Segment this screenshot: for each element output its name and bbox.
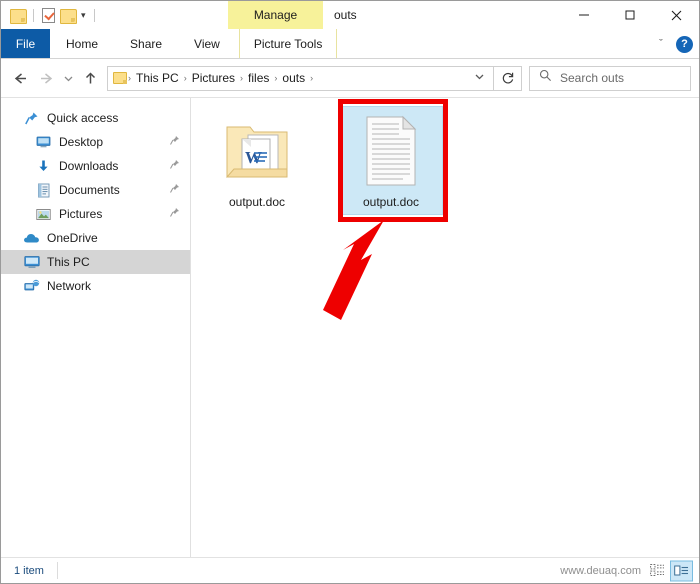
breadcrumb-files[interactable]: files	[244, 71, 273, 85]
sidebar-label: Network	[47, 279, 92, 293]
file-explorer-window: ▾ Manage outs File Home Share View Pictu…	[0, 0, 700, 584]
tab-share[interactable]: Share	[114, 29, 179, 58]
window-title: outs	[334, 8, 357, 22]
pin-icon[interactable]	[169, 135, 180, 149]
sidebar-item-quick-access[interactable]: Quick access	[1, 106, 190, 130]
sidebar-item-downloads[interactable]: Downloads	[1, 154, 190, 178]
sidebar-label: Pictures	[59, 207, 103, 221]
network-icon	[23, 278, 40, 294]
sidebar-item-documents[interactable]: Documents	[1, 178, 190, 202]
up-button[interactable]	[77, 65, 103, 91]
file-name: output.doc	[362, 195, 420, 209]
sidebar-label: Desktop	[59, 135, 104, 149]
tab-home[interactable]: Home	[50, 29, 115, 58]
address-folder-icon	[113, 72, 127, 84]
download-icon	[35, 158, 52, 174]
sidebar-item-desktop[interactable]: Desktop	[1, 130, 190, 154]
help-icon[interactable]: ?	[676, 35, 693, 53]
sidebar-item-this-pc[interactable]: This PC	[1, 250, 190, 274]
file-name: output.doc	[228, 195, 286, 209]
sidebar-label: Documents	[59, 183, 120, 197]
pin-icon[interactable]	[169, 183, 180, 197]
window-controls	[561, 1, 699, 29]
address-dropdown-chevron-icon[interactable]	[468, 72, 491, 84]
sidebar-label: Downloads	[59, 159, 119, 173]
customize-chevron-icon[interactable]: ▾	[81, 10, 86, 20]
breadcrumb-pictures[interactable]: Pictures	[188, 71, 239, 85]
file-list-view[interactable]: W output.doc output.doc	[191, 98, 699, 557]
item-count-label: 1 item	[14, 564, 44, 577]
documents-icon	[35, 182, 52, 198]
sidebar-item-network[interactable]: Network	[1, 274, 190, 298]
forward-button[interactable]	[33, 65, 59, 91]
ribbon-tab-bar: File Home Share View Picture Tools ˇ ?	[1, 29, 699, 59]
breadcrumb-this-pc[interactable]: This PC	[132, 71, 183, 85]
qat-divider-1	[33, 8, 34, 22]
desktop-icon	[35, 134, 52, 150]
close-button[interactable]	[653, 1, 699, 29]
quick-access-toolbar: ▾	[1, 1, 98, 29]
breadcrumb-address-field[interactable]: › This PC › Pictures › files › outs ›	[107, 65, 494, 91]
title-bar: ▾ Manage outs	[1, 1, 699, 29]
address-bar: › This PC › Pictures › files › outs › Se…	[1, 59, 699, 97]
tab-view[interactable]: View	[178, 29, 236, 58]
qat-divider-2	[93, 8, 95, 22]
main-content: Quick access Desktop Downloads Documents…	[1, 97, 699, 557]
watermark-text: www.deuaq.com	[560, 564, 641, 577]
sidebar-label: OneDrive	[47, 231, 98, 245]
sidebar-label: Quick access	[47, 111, 119, 125]
ribbon-right-controls: ˇ ?	[653, 29, 693, 59]
refresh-button[interactable]	[494, 65, 522, 91]
contextual-tab-group-manage: Manage	[228, 1, 323, 29]
manage-label: Manage	[253, 8, 298, 22]
sidebar-item-pictures[interactable]: Pictures	[1, 202, 190, 226]
pin-icon[interactable]	[169, 159, 180, 173]
breadcrumb-outs[interactable]: outs	[278, 71, 309, 85]
large-icons-view-button[interactable]	[670, 560, 693, 581]
status-bar: 1 item www.deuaq.com	[1, 557, 699, 583]
view-mode-buttons	[646, 560, 693, 581]
pin-icon[interactable]	[169, 207, 180, 221]
search-input[interactable]: Search outs	[529, 65, 691, 91]
sidebar-label: This PC	[47, 255, 90, 269]
file-item-folder[interactable]: W output.doc	[209, 113, 305, 210]
properties-icon[interactable]	[42, 7, 55, 23]
folder-with-word-doc-icon: W	[220, 113, 294, 187]
status-divider	[56, 562, 58, 579]
chevron-down-icon[interactable]: ˇ	[653, 38, 669, 50]
back-button[interactable]	[7, 65, 33, 91]
maximize-button[interactable]	[607, 1, 653, 29]
details-view-button[interactable]	[646, 560, 669, 581]
breadcrumb-separator-4[interactable]: ›	[309, 73, 314, 83]
sidebar-item-onedrive[interactable]: OneDrive	[1, 226, 190, 250]
folder-icon[interactable]	[10, 8, 27, 24]
cloud-icon	[23, 230, 40, 246]
tab-picture-tools[interactable]: Picture Tools	[238, 29, 338, 58]
pin-star-icon	[23, 110, 40, 126]
minimize-button[interactable]	[561, 1, 607, 29]
search-icon	[539, 69, 552, 87]
recent-locations-chevron-icon[interactable]	[59, 65, 77, 91]
generic-document-icon	[354, 113, 428, 187]
file-item-document[interactable]: output.doc	[339, 106, 443, 215]
pictures-icon	[35, 206, 52, 222]
search-placeholder: Search outs	[560, 71, 625, 85]
navigation-pane: Quick access Desktop Downloads Documents…	[1, 98, 191, 557]
new-folder-icon[interactable]	[60, 8, 77, 24]
tab-file[interactable]: File	[1, 29, 50, 58]
computer-icon	[23, 254, 40, 270]
